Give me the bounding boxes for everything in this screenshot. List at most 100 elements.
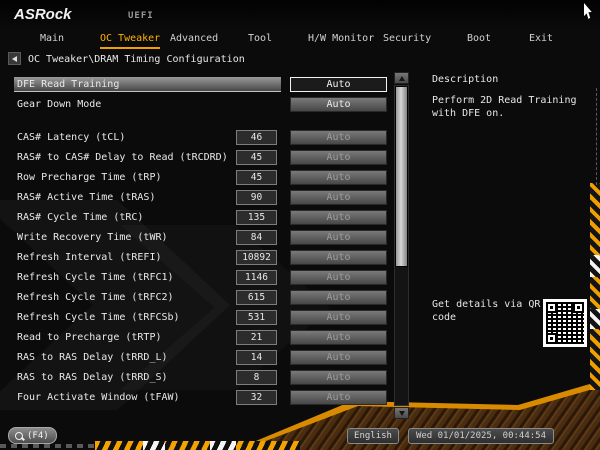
qr-caption: Get details via QR code	[432, 298, 542, 324]
timing-label: Refresh Cycle Time (tRFC2)	[17, 290, 174, 306]
scrollbar-thumb[interactable]	[395, 86, 408, 267]
timing-value-box[interactable]: 45	[236, 170, 277, 185]
timing-row: Read to Precharge (tRTP) 21 Auto	[14, 330, 390, 346]
search-button[interactable]: (F4)	[8, 427, 57, 444]
asrock-logo: ASRock	[14, 6, 72, 23]
timing-label: RAS to RAS Delay (tRRD_L)	[17, 350, 168, 366]
timing-value-box[interactable]: 531	[236, 310, 277, 325]
timing-row: Four Activate Window (tFAW) 32 Auto	[14, 390, 390, 406]
timing-value-box[interactable]: 90	[236, 190, 277, 205]
uefi-label: UEFI	[128, 11, 154, 21]
timing-label: RAS# Cycle Time (tRC)	[17, 210, 143, 226]
menu-tab[interactable]: OC Tweaker	[100, 33, 160, 49]
timing-label: Four Activate Window (tFAW)	[17, 390, 180, 406]
timing-auto-button[interactable]: Auto	[290, 310, 387, 325]
down-arrow-icon	[399, 411, 405, 416]
scroll-down-button[interactable]	[394, 407, 409, 419]
option-label: Gear Down Mode	[17, 97, 101, 113]
menu-tab[interactable]: Boot	[467, 33, 491, 47]
timing-value-box[interactable]: 1146	[236, 270, 277, 285]
bottom-dash-strip	[0, 444, 96, 448]
left-arrow-icon	[12, 56, 17, 62]
timing-auto-button[interactable]: Auto	[290, 270, 387, 285]
timing-auto-button[interactable]: Auto	[290, 190, 387, 205]
menu-tab[interactable]: Exit	[529, 33, 553, 47]
timing-value-box[interactable]: 10892	[236, 250, 277, 265]
timing-row: Refresh Cycle Time (tRFCSb) 531 Auto	[14, 310, 390, 326]
option-auto-button[interactable]: Auto	[290, 97, 387, 112]
menu-tab[interactable]: Main	[40, 33, 64, 47]
timing-value-box[interactable]: 84	[236, 230, 277, 245]
settings-list: DFE Read Training Auto Gear Down Mode Au…	[14, 76, 390, 412]
timing-row: Refresh Interval (tREFI) 10892 Auto	[14, 250, 390, 266]
timing-label: RAS# Active Time (tRAS)	[17, 190, 155, 206]
description-body: Perform 2D Read Training with DFE on.	[432, 94, 588, 120]
timing-auto-button[interactable]: Auto	[290, 390, 387, 405]
timing-value-box[interactable]: 14	[236, 350, 277, 365]
tab-label: Main	[40, 33, 64, 44]
timing-auto-button[interactable]: Auto	[290, 150, 387, 165]
menu-tab[interactable]: H/W Monitor	[308, 33, 374, 47]
search-icon	[15, 432, 23, 440]
timing-row: RAS# Cycle Time (tRC) 135 Auto	[14, 210, 390, 226]
scroll-up-button[interactable]	[394, 72, 409, 84]
timing-label: RAS to RAS Delay (tRRD_S)	[17, 370, 168, 386]
tab-label: Exit	[529, 33, 553, 44]
timing-label: RAS# to CAS# Delay to Read (tRCDRD)	[17, 150, 228, 166]
timing-label: Write Recovery Time (tWR)	[17, 230, 168, 246]
timing-auto-button[interactable]: Auto	[290, 350, 387, 365]
timing-value-box[interactable]: 32	[236, 390, 277, 405]
timing-row: Refresh Cycle Time (tRFC1) 1146 Auto	[14, 270, 390, 286]
menu-tab[interactable]: Security	[383, 33, 431, 47]
timing-value-box[interactable]: 46	[236, 130, 277, 145]
option-auto-button[interactable]: Auto	[290, 77, 387, 92]
timing-auto-button[interactable]: Auto	[290, 250, 387, 265]
timing-row: RAS# to CAS# Delay to Read (tRCDRD) 45 A…	[14, 150, 390, 166]
tab-label: Advanced	[170, 33, 218, 44]
language-button[interactable]: English	[347, 428, 399, 444]
timing-row: RAS to RAS Delay (tRRD_L) 14 Auto	[14, 350, 390, 366]
tab-label: Boot	[467, 33, 491, 44]
option-label: DFE Read Training	[17, 77, 119, 93]
timing-value-box[interactable]: 45	[236, 150, 277, 165]
back-button[interactable]	[8, 52, 21, 65]
menu-tabs: Main OC Tweaker Advanced Tool H/W Monito…	[0, 30, 600, 50]
timing-auto-button[interactable]: Auto	[290, 230, 387, 245]
timing-row: Refresh Cycle Time (tRFC2) 615 Auto	[14, 290, 390, 306]
timing-auto-button[interactable]: Auto	[290, 330, 387, 345]
scrollbar	[394, 72, 409, 419]
bottom-hazard-stripe-white	[143, 441, 165, 450]
timing-label: Refresh Cycle Time (tRFC1)	[17, 270, 174, 286]
bottom-hazard-stripe-white	[210, 441, 236, 450]
timing-row: Write Recovery Time (tWR) 84 Auto	[14, 230, 390, 246]
right-hazard-stripe	[590, 183, 600, 390]
timing-auto-button[interactable]: Auto	[290, 370, 387, 385]
tab-label: OC Tweaker	[100, 33, 160, 44]
header-band	[0, 0, 600, 28]
option-row: DFE Read Training Auto	[14, 77, 390, 93]
menu-tab[interactable]: Tool	[248, 33, 272, 47]
timing-auto-button[interactable]: Auto	[290, 170, 387, 185]
timing-label: CAS# Latency (tCL)	[17, 130, 125, 146]
up-arrow-icon	[399, 76, 405, 81]
timing-row: RAS to RAS Delay (tRRD_S) 8 Auto	[14, 370, 390, 386]
timing-value-box[interactable]: 8	[236, 370, 277, 385]
timing-auto-button[interactable]: Auto	[290, 290, 387, 305]
timing-auto-button[interactable]: Auto	[290, 130, 387, 145]
timing-value-box[interactable]: 135	[236, 210, 277, 225]
panel-dashed-divider	[596, 88, 597, 185]
breadcrumb: OC Tweaker\DRAM Timing Configuration	[28, 54, 245, 65]
tab-label: H/W Monitor	[308, 33, 374, 44]
timing-value-box[interactable]: 615	[236, 290, 277, 305]
option-row: Gear Down Mode Auto	[14, 97, 390, 113]
timing-auto-button[interactable]: Auto	[290, 210, 387, 225]
bottom-hazard-stripe	[95, 441, 300, 450]
right-hazard-stripe-white	[590, 309, 600, 329]
qr-code	[543, 299, 587, 347]
menu-tab[interactable]: Advanced	[170, 33, 218, 47]
right-hazard-stripe-white	[590, 255, 600, 277]
timing-row: CAS# Latency (tCL) 46 Auto	[14, 130, 390, 146]
tab-label: Security	[383, 33, 431, 44]
timing-label: Refresh Cycle Time (tRFCSb)	[17, 310, 180, 326]
timing-value-box[interactable]: 21	[236, 330, 277, 345]
